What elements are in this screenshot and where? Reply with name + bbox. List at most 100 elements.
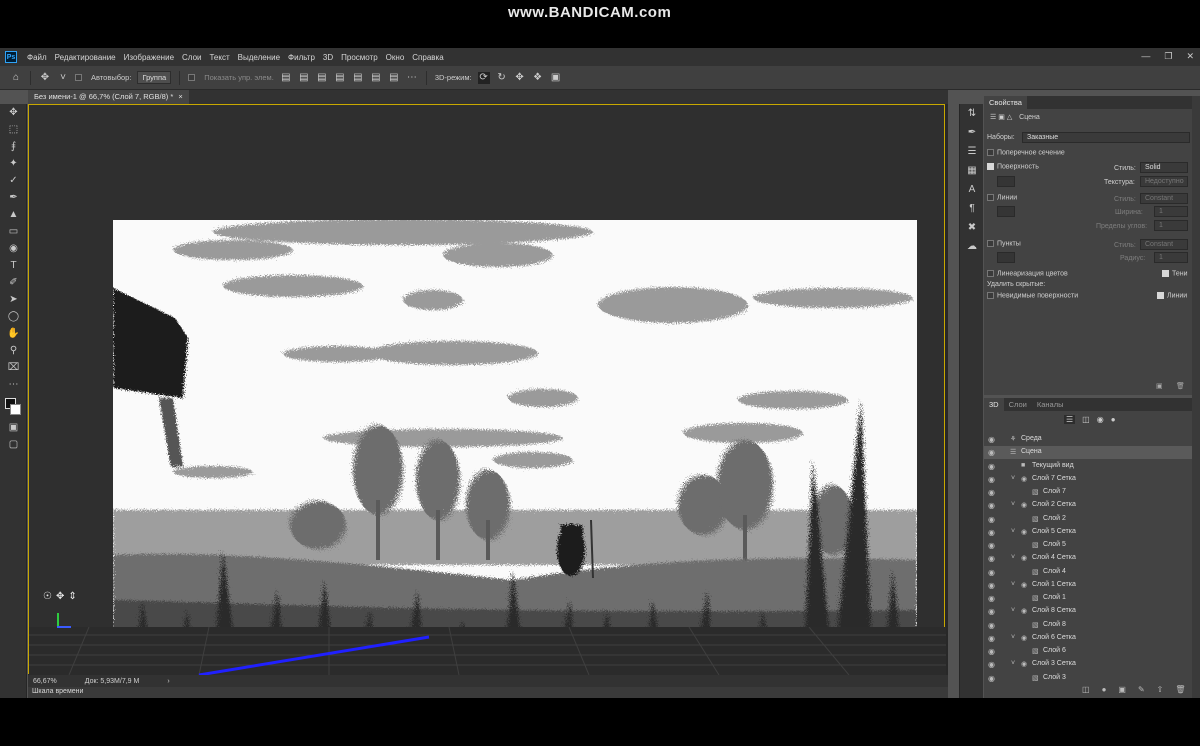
radius-input[interactable]: 1 (1154, 252, 1188, 263)
camera-settings-icon[interactable]: ▣ (998, 114, 1005, 121)
tree-row[interactable]: ◉ ▧ Слой 1 (984, 592, 1192, 605)
minimize-icon[interactable]: — (1141, 51, 1150, 62)
add-light-icon[interactable]: ● (1102, 685, 1107, 694)
canvas-viewport[interactable]: ☉ ✥ ⇕ (28, 104, 946, 675)
align-right-icon[interactable]: ▤ (370, 72, 382, 84)
visibility-eye-icon[interactable]: ◉ (988, 660, 995, 669)
scale-3d-icon[interactable]: ▣ (550, 72, 562, 84)
menu-edit[interactable]: Редактирование (51, 53, 120, 62)
tab-3d[interactable]: 3D (984, 398, 1004, 411)
visibility-eye-icon[interactable]: ◉ (988, 448, 995, 457)
visibility-eye-icon[interactable]: ◉ (988, 475, 995, 484)
meshes-icon[interactable]: ◫ (1082, 415, 1090, 424)
eraser-tool-icon[interactable]: ▭ (0, 223, 27, 240)
menu-3d[interactable]: 3D (319, 53, 337, 62)
tree-row[interactable]: ◉ ˅ ◉ Слой 2 Сетка (984, 499, 1192, 512)
menu-file[interactable]: Файл (23, 53, 51, 62)
cross-section-row[interactable]: Поперечное сечение (987, 149, 1065, 156)
paragraph-icon[interactable]: ¶ (960, 199, 984, 218)
visibility-eye-icon[interactable]: ◉ (988, 674, 995, 683)
character-icon[interactable]: A (960, 180, 984, 199)
add-constraint-icon[interactable]: ◫ (1082, 685, 1090, 694)
points-color-swatch[interactable] (997, 252, 1015, 263)
shadows-row[interactable]: Тени (1162, 270, 1188, 277)
coordinates-icon[interactable]: △ (1007, 114, 1012, 121)
tree-row[interactable]: ◉ ▧ Слой 8 (984, 619, 1192, 632)
shadows-checkbox[interactable] (1162, 270, 1169, 277)
tree-row[interactable]: ◉ ˅ ◉ Слой 5 Сетка (984, 526, 1192, 539)
bucket-tool-icon[interactable]: ◉ (0, 240, 27, 257)
expand-chevron-icon[interactable]: ˅ (1011, 501, 1015, 508)
stamp-tool-icon[interactable]: ▲ (0, 206, 27, 223)
tree-row[interactable]: ◉ ˅ ◉ Слой 7 Сетка (984, 473, 1192, 486)
expand-chevron-icon[interactable]: ˅ (1011, 660, 1015, 667)
lines-style-dropdown[interactable]: Constant (1140, 193, 1188, 204)
close-icon[interactable]: ✕ (1186, 51, 1194, 62)
expand-chevron-icon[interactable]: ˅ (1011, 607, 1015, 614)
visibility-eye-icon[interactable]: ◉ (988, 647, 995, 656)
menu-layers[interactable]: Слои (178, 53, 205, 62)
tree-row[interactable]: ◉ ˅ ◉ Слой 6 Сетка (984, 632, 1192, 645)
tree-row[interactable]: ◉ ▧ Слой 2 (984, 513, 1192, 526)
visibility-eye-icon[interactable]: ◉ (988, 501, 995, 510)
status-expand-icon[interactable]: › (167, 678, 169, 685)
drag-3d-icon[interactable]: ✥ (514, 72, 526, 84)
orbit-camera-icon[interactable]: ☉ (43, 591, 52, 602)
invisible-surfaces-row[interactable]: Невидимые поверхности (987, 292, 1078, 299)
brush-tool-icon[interactable]: ✒ (0, 189, 27, 206)
surface-checkbox[interactable] (987, 163, 994, 170)
linearize-row[interactable]: Линеаризация цветов (987, 270, 1068, 277)
align-left-icon[interactable]: ▤ (334, 72, 346, 84)
chevron-down-icon[interactable]: ˅ (57, 72, 69, 84)
history-icon[interactable]: ⇅ (960, 104, 984, 123)
path-select-icon[interactable]: ➤ (0, 291, 27, 308)
home-icon[interactable]: ⌂ (10, 72, 22, 84)
pen-tool-icon[interactable]: ✐ (0, 274, 27, 291)
move-tool-icon[interactable]: ✥ (39, 72, 51, 84)
visibility-eye-icon[interactable]: ◉ (988, 554, 995, 563)
scene-tree-icon[interactable]: ☰ (990, 114, 996, 121)
linearize-checkbox[interactable] (987, 270, 994, 277)
more-icon[interactable]: ⋯ (406, 72, 418, 84)
visibility-eye-icon[interactable]: ◉ (988, 621, 995, 630)
expand-chevron-icon[interactable]: ˅ (1011, 581, 1015, 588)
surface-color-swatch[interactable] (997, 176, 1015, 187)
ellipse-tool-icon[interactable]: ◯ (0, 308, 27, 325)
visibility-eye-icon[interactable]: ◉ (988, 541, 995, 550)
screen-mode-icon[interactable]: ▢ (0, 436, 27, 453)
visibility-eye-icon[interactable]: ◉ (988, 634, 995, 643)
menu-image[interactable]: Изображение (120, 53, 178, 62)
visibility-eye-icon[interactable]: ◉ (988, 528, 995, 537)
whole-scene-icon[interactable]: ☰ (1064, 415, 1076, 424)
render-icon[interactable]: ▣ (1156, 382, 1163, 390)
expand-chevron-icon[interactable]: ˅ (1011, 528, 1015, 535)
menu-window[interactable]: Окно (382, 53, 409, 62)
tree-row[interactable]: ◉ ☰ Сцена (984, 446, 1192, 460)
autoselect-checkbox[interactable] (75, 74, 82, 81)
tree-row[interactable]: ◉ ˅ ◉ Слой 1 Сетка (984, 579, 1192, 592)
dolly-camera-icon[interactable]: ⇕ (68, 591, 76, 602)
tree-row[interactable]: ◉ ■ Текущий вид (984, 460, 1192, 473)
presets-dropdown[interactable]: Заказные (1022, 132, 1190, 143)
cross-section-checkbox[interactable] (987, 149, 994, 156)
menu-view[interactable]: Просмотр (337, 53, 382, 62)
lasso-tool-icon[interactable]: ⨎ (0, 138, 27, 155)
lights-icon[interactable]: ● (1111, 415, 1116, 424)
expand-chevron-icon[interactable]: ˅ (1011, 634, 1015, 641)
zoom-level[interactable]: 66,67% (33, 678, 57, 685)
visibility-eye-icon[interactable]: ◉ (988, 568, 995, 577)
delete-icon[interactable]: 🗑 (1175, 685, 1185, 694)
distribute-icon[interactable]: ▤ (388, 72, 400, 84)
surface-style-dropdown[interactable]: Solid (1140, 162, 1188, 173)
color-swatch-icon[interactable] (0, 393, 27, 419)
angle-input[interactable]: 1 (1154, 220, 1188, 231)
trash-icon[interactable]: 🗑 (1176, 382, 1185, 390)
tab-channels[interactable]: Каналы (1032, 398, 1069, 411)
lines-check-checkbox[interactable] (1157, 292, 1164, 299)
points-row[interactable]: Пункты (987, 240, 1021, 247)
visibility-eye-icon[interactable]: ◉ (988, 488, 995, 497)
menu-select[interactable]: Выделение (234, 53, 284, 62)
points-checkbox[interactable] (987, 240, 994, 247)
tab-layers[interactable]: Слои (1004, 398, 1032, 411)
marquee-tool-icon[interactable]: ⬚ (0, 121, 27, 138)
